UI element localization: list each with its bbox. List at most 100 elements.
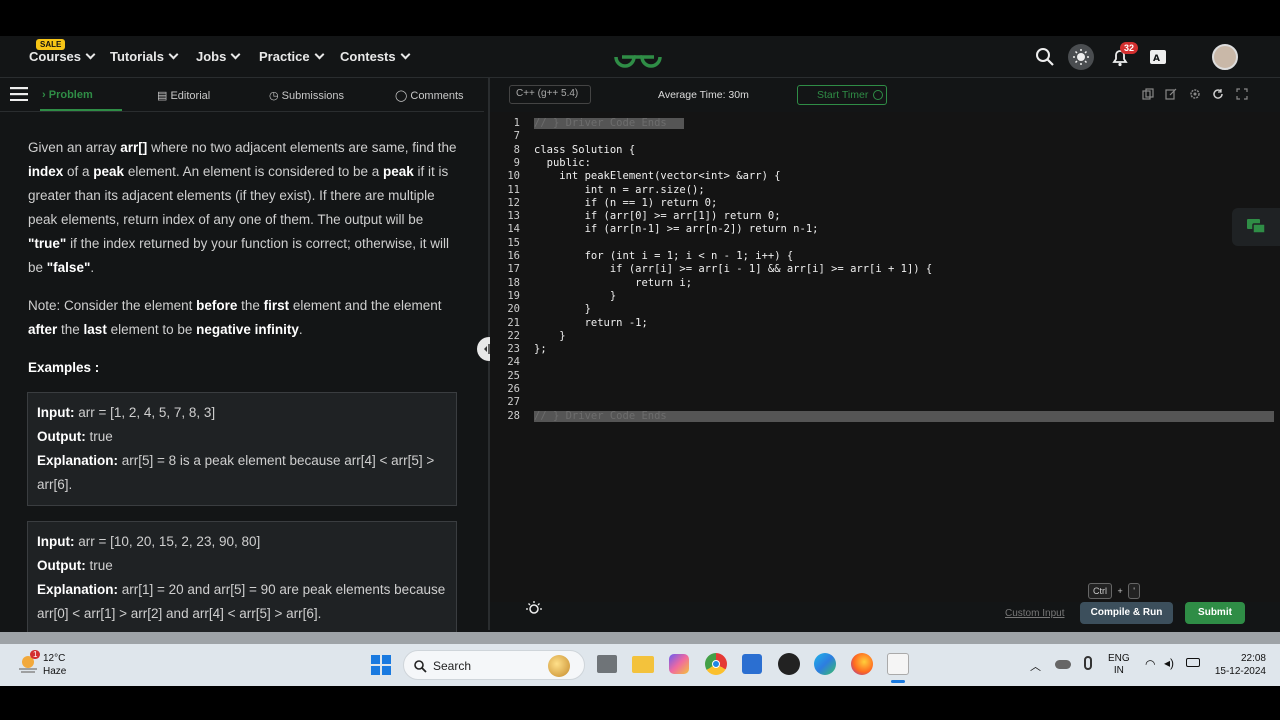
- nav-practice[interactable]: Practice: [259, 49, 325, 64]
- text-run: of a: [63, 164, 94, 179]
- task-view-icon[interactable]: [597, 655, 617, 673]
- line-number: 14: [507, 223, 520, 236]
- ctrl-key: Ctrl: [1088, 583, 1112, 599]
- firefox-icon[interactable]: [851, 653, 873, 675]
- copilot-icon[interactable]: [669, 654, 689, 674]
- weather-widget[interactable]: 1: [16, 650, 41, 676]
- fullscreen-icon[interactable]: [1236, 88, 1248, 100]
- code-line: 19 }: [490, 290, 1280, 303]
- text-run: .: [298, 322, 303, 337]
- clock[interactable]: 22:08 15-12-2024: [1208, 652, 1266, 678]
- code-line: 13 if (arr[0] >= arr[1]) return 0;: [490, 210, 1280, 223]
- line-code: return i;: [534, 276, 693, 289]
- avatar[interactable]: [1212, 44, 1238, 70]
- language-select[interactable]: C++ (g++ 5.4): [509, 85, 591, 104]
- plus-sign: +: [1117, 586, 1123, 596]
- nav-courses[interactable]: Courses: [29, 49, 96, 64]
- windows-start-icon[interactable]: [371, 655, 391, 675]
- code-editor[interactable]: 1 // } Driver Code Ends 7 8 class Solution {…: [490, 112, 1280, 602]
- nav-tutorials[interactable]: Tutorials: [110, 49, 179, 64]
- edge-icon[interactable]: [814, 653, 836, 675]
- line-number: 15: [507, 236, 520, 249]
- text-run: element and the element: [289, 298, 442, 313]
- custom-input-link[interactable]: Custom Input: [1005, 608, 1064, 619]
- nav-courses-label: Courses: [29, 49, 82, 64]
- search-icon[interactable]: [1034, 46, 1056, 68]
- microphone-icon[interactable]: [1084, 656, 1092, 670]
- lightbulb-icon[interactable]: [524, 599, 544, 619]
- chevron-up-icon[interactable]: ︿: [1030, 658, 1041, 674]
- text-run: element. An element is considered to be …: [124, 164, 383, 179]
- shortcut-hint: Ctrl + ': [1088, 583, 1141, 599]
- editor-toolbar: C++ (g++ 5.4) Average Time: 30m Start Ti…: [490, 78, 1280, 112]
- comment-icon: ◯: [395, 90, 411, 102]
- code-line: 7: [490, 130, 1280, 143]
- text-run: where no two adjacent elements are same,…: [147, 140, 457, 155]
- horizontal-scrollbar[interactable]: [0, 632, 1280, 644]
- line-code: }: [534, 289, 617, 302]
- average-time: Average Time: 30m: [658, 89, 749, 101]
- tab-comments[interactable]: ◯ Comments: [395, 89, 464, 102]
- code-line: 12 if (n == 1) return 0;: [490, 197, 1280, 210]
- code-line: 24: [490, 356, 1280, 369]
- menu-icon[interactable]: [10, 87, 28, 101]
- onedrive-icon[interactable]: [1055, 660, 1071, 669]
- compile-run-button[interactable]: Compile & Run: [1080, 602, 1173, 624]
- sun-icon: [1073, 49, 1089, 65]
- clock-date: 15-12-2024: [1214, 666, 1266, 677]
- line-number: 17: [507, 263, 520, 276]
- tab-problem[interactable]: › Problem: [42, 89, 93, 101]
- nav-contests[interactable]: Contests: [340, 49, 411, 64]
- snipping-tool-icon[interactable]: [887, 653, 909, 675]
- gfg-logo[interactable]: [612, 43, 664, 71]
- line-number: 21: [507, 316, 520, 329]
- problem-tabs: › Problem ▤ Editorial ◷ Submissions ◯ Co…: [0, 78, 484, 112]
- top-navbar: SALE Courses Tutorials Jobs Practice Con…: [0, 36, 1280, 78]
- settings-icon[interactable]: [1189, 88, 1201, 100]
- reset-icon[interactable]: [1212, 88, 1224, 100]
- text-run: "false": [46, 260, 91, 275]
- microsoft-store-icon[interactable]: [742, 654, 762, 674]
- translate-icon[interactable]: A: [1147, 46, 1169, 68]
- code-line: 14 if (arr[n-1] >= arr[n-2]) return n-1;: [490, 223, 1280, 236]
- dell-icon[interactable]: [778, 653, 800, 675]
- chat-button[interactable]: [1232, 208, 1280, 246]
- language-indicator[interactable]: ENG IN: [1108, 653, 1130, 677]
- text-run: before: [196, 298, 238, 313]
- problem-panel: › Problem ▤ Editorial ◷ Submissions ◯ Co…: [0, 78, 484, 635]
- chevron-down-icon: [400, 49, 411, 60]
- text-run: arr[]: [120, 140, 148, 155]
- line-number: 22: [507, 329, 520, 342]
- line-number: 9: [513, 156, 520, 169]
- copy-icon[interactable]: [1142, 88, 1154, 100]
- taskbar-search-label: Search: [433, 659, 472, 673]
- nav-jobs[interactable]: Jobs: [196, 49, 241, 64]
- chevron-down-icon: [85, 49, 96, 60]
- line-number: 26: [507, 383, 520, 395]
- tab-editorial[interactable]: ▤ Editorial: [157, 89, 210, 102]
- search-icon: [414, 660, 427, 673]
- battery-icon[interactable]: [1186, 658, 1200, 667]
- edit-icon[interactable]: [1165, 88, 1177, 100]
- start-timer-button[interactable]: Start Timer: [797, 85, 887, 105]
- line-number: 7: [513, 130, 520, 143]
- text-run: the: [57, 322, 84, 337]
- submit-button[interactable]: Submit: [1185, 602, 1245, 624]
- chrome-icon[interactable]: [705, 653, 727, 675]
- tab-submissions[interactable]: ◷ Submissions: [269, 89, 344, 102]
- volume-icon[interactable]: ◂): [1164, 656, 1174, 670]
- windows-taskbar: 1 12°C Haze Search ︿ ENG IN ◠ ◂) 22:08 1…: [0, 644, 1280, 686]
- notification-count-badge: 32: [1120, 42, 1139, 54]
- line-code: public:: [534, 156, 591, 169]
- file-explorer-icon[interactable]: [632, 656, 654, 673]
- wifi-icon[interactable]: ◠: [1145, 657, 1155, 671]
- editor-bottom-bar: Custom Input Compile & Run Submit: [490, 599, 1280, 630]
- text-run: peak: [93, 164, 125, 179]
- code-line: 8 class Solution {: [490, 144, 1280, 157]
- line-code: if (arr[0] >= arr[1]) return 0;: [534, 210, 781, 223]
- text-run: the: [237, 298, 264, 313]
- line-code: if (arr[n-1] >= arr[n-2]) return n-1;: [534, 223, 819, 236]
- taskbar-search[interactable]: Search: [403, 650, 585, 680]
- theme-toggle[interactable]: [1068, 44, 1094, 70]
- chevron-down-icon: [230, 49, 241, 60]
